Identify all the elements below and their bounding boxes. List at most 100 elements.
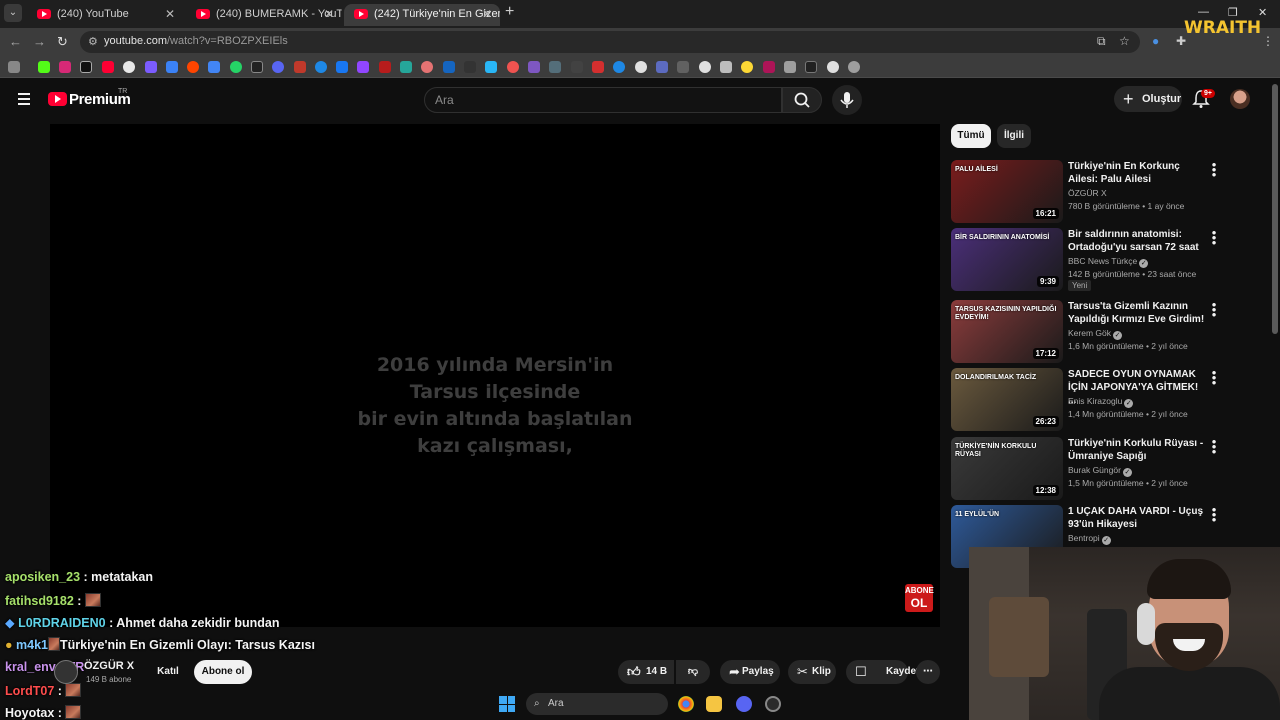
- file-explorer-icon[interactable]: [706, 696, 722, 712]
- forward-arrow-icon[interactable]: →: [33, 34, 46, 49]
- back-arrow-icon[interactable]: ←: [9, 34, 22, 49]
- channel-avatar[interactable]: [54, 660, 78, 684]
- bookmark-icon[interactable]: [592, 61, 604, 73]
- bookmark-icon[interactable]: [656, 61, 668, 73]
- recommendation-title[interactable]: Türkiye'nin Korkulu Rüyası - Ümraniye Sa…: [1068, 437, 1206, 463]
- recommendation-channel[interactable]: Bentropi ✓: [1068, 533, 1111, 545]
- recommendation-title[interactable]: Tarsus'ta Gizemli Kazının Yapıldığı Kırm…: [1068, 300, 1206, 326]
- video-thumbnail[interactable]: DOLANDIRILMAK TACİZ 26:23: [951, 368, 1063, 431]
- bookmark-icon[interactable]: [784, 61, 796, 73]
- bookmark-icon[interactable]: [613, 61, 625, 73]
- apps-grid-icon[interactable]: [8, 61, 20, 73]
- video-thumbnail[interactable]: BİR SALDIRININ ANATOMİSİ 9:39: [951, 228, 1063, 291]
- facebook-bookmark-icon[interactable]: [336, 61, 348, 73]
- bookmark-icon[interactable]: [507, 61, 519, 73]
- bookmark-icon[interactable]: [315, 61, 327, 73]
- filter-chip-related[interactable]: İlgili: [997, 124, 1031, 148]
- bookmark-icon[interactable]: [443, 61, 455, 73]
- subscribe-button[interactable]: Abone ol: [194, 660, 252, 684]
- twitch-bookmark-icon[interactable]: [357, 61, 369, 73]
- recommendation-channel[interactable]: BBC News Türkçe ✓: [1068, 256, 1149, 268]
- search-box[interactable]: [424, 87, 782, 113]
- chrome-taskbar-icon[interactable]: [678, 696, 694, 712]
- browser-tab[interactable]: (240) YouTube ✕: [27, 4, 183, 26]
- google-bookmark-icon[interactable]: [123, 61, 135, 73]
- recommendation-title[interactable]: 1 UÇAK DAHA VARDI - Uçuş 93'ün Hikayesi: [1068, 505, 1206, 531]
- x-bookmark-icon[interactable]: [80, 61, 92, 73]
- bookmark-icon[interactable]: [741, 61, 753, 73]
- bookmark-icon[interactable]: [379, 61, 391, 73]
- extension-icon[interactable]: ●: [1152, 34, 1159, 48]
- search-input[interactable]: [435, 92, 735, 108]
- recommendation-item[interactable]: TÜRKİYE'NİN KORKULU RÜYASI 12:38 Türkiye…: [951, 435, 1221, 501]
- bookmark-icon[interactable]: [145, 61, 157, 73]
- bookmark-icon[interactable]: [677, 61, 689, 73]
- close-tab-icon[interactable]: ✕: [324, 4, 334, 24]
- taskbar-search[interactable]: ⌕ Ara: [526, 693, 668, 715]
- bookmark-icon[interactable]: [699, 61, 711, 73]
- bookmark-star-icon[interactable]: ☆: [1119, 34, 1130, 48]
- more-vertical-icon[interactable]: • • •: [1211, 298, 1217, 321]
- clip-button[interactable]: ✂ Klip: [788, 660, 836, 684]
- bookmark-icon[interactable]: [485, 61, 497, 73]
- recommendation-channel[interactable]: Burak Güngör ✓: [1068, 465, 1132, 477]
- bookmark-icon[interactable]: [571, 61, 583, 73]
- url-text[interactable]: youtube.com/watch?v=RBOZPXEIEls: [104, 35, 288, 47]
- recommendation-item[interactable]: TARSUS KAZISININ YAPILDIĞI EVDEYİM! 17:1…: [951, 298, 1221, 364]
- site-info-icon[interactable]: ⚙: [88, 35, 98, 48]
- bookmark-icon[interactable]: [805, 61, 817, 73]
- youtube-logo-icon[interactable]: [48, 92, 67, 106]
- address-bar[interactable]: ⚙ youtube.com/watch?v=RBOZPXEIEls: [80, 31, 1140, 53]
- discord-taskbar-icon[interactable]: [736, 696, 752, 712]
- page-scrollbar[interactable]: [1272, 84, 1278, 334]
- instagram-bookmark-icon[interactable]: [59, 61, 71, 73]
- channel-name[interactable]: ÖZGÜR X: [84, 660, 134, 672]
- recommendation-item[interactable]: PALU AİLESİ 16:21 Türkiye'nin En Korkunç…: [951, 158, 1221, 224]
- bookmark-icon[interactable]: [763, 61, 775, 73]
- youtube-bookmark-icon[interactable]: [102, 61, 114, 73]
- recommendation-title[interactable]: Türkiye'nin En Korkunç Ailesi: Palu Aile…: [1068, 160, 1206, 186]
- more-vertical-icon[interactable]: • • •: [1211, 366, 1217, 389]
- account-avatar[interactable]: [1230, 89, 1250, 109]
- recommendation-item[interactable]: BİR SALDIRININ ANATOMİSİ 9:39 Bir saldır…: [951, 226, 1221, 292]
- whatsapp-bookmark-icon[interactable]: [230, 61, 242, 73]
- close-tab-icon[interactable]: ✕: [165, 4, 175, 24]
- bookmark-icon[interactable]: [720, 61, 732, 73]
- recommendation-channel[interactable]: Kerem Gök ✓: [1068, 328, 1122, 340]
- voice-search-button[interactable]: [832, 85, 862, 115]
- filter-chip-all[interactable]: Tümü: [951, 124, 991, 148]
- recommendation-title[interactable]: Bir saldırının anatomisi: Ortadoğu'yu sa…: [1068, 228, 1206, 254]
- bookmark-icon[interactable]: [464, 61, 476, 73]
- bookmark-icon[interactable]: [294, 61, 306, 73]
- bookmark-icon[interactable]: [848, 61, 860, 73]
- close-tab-icon[interactable]: ✕: [482, 4, 492, 24]
- bookmark-icon[interactable]: [272, 61, 284, 73]
- like-button[interactable]: 👍︎ 14 B: [618, 660, 674, 684]
- video-thumbnail[interactable]: TÜRKİYE'NİN KORKULU RÜYASI 12:38: [951, 437, 1063, 500]
- browser-menu-icon[interactable]: ⋮: [1262, 34, 1274, 48]
- bookmark-icon[interactable]: [528, 61, 540, 73]
- bookmark-icon[interactable]: [549, 61, 561, 73]
- reload-icon[interactable]: ↻: [57, 34, 68, 50]
- subscribe-watermark[interactable]: ABONE OL: [905, 584, 934, 612]
- video-player[interactable]: 2016 yılında Mersin'in Tarsus ilçesinde …: [50, 124, 940, 627]
- kick-bookmark-icon[interactable]: [38, 61, 50, 73]
- more-vertical-icon[interactable]: • • •: [1211, 226, 1217, 249]
- share-button[interactable]: ➦ Paylaş: [720, 660, 780, 684]
- windows-start-icon[interactable]: [499, 696, 515, 712]
- more-vertical-icon[interactable]: • • •: [1211, 158, 1217, 181]
- new-tab-button[interactable]: +: [505, 3, 514, 21]
- minimize-icon[interactable]: —: [1198, 6, 1209, 18]
- app-taskbar-icon[interactable]: [765, 696, 781, 712]
- create-button[interactable]: + Oluştur: [1114, 86, 1182, 112]
- recommendation-channel[interactable]: ÖZGÜR X: [1068, 188, 1107, 198]
- translate-bookmark-icon[interactable]: [208, 61, 220, 73]
- save-button[interactable]: ☐ Kaydet: [846, 660, 919, 684]
- bookmark-icon[interactable]: [166, 61, 178, 73]
- more-vertical-icon[interactable]: • • •: [1211, 503, 1217, 526]
- install-app-icon[interactable]: ⧉: [1097, 34, 1106, 49]
- join-button[interactable]: Katıl: [150, 660, 186, 684]
- more-vertical-icon[interactable]: • • •: [1211, 435, 1217, 458]
- dislike-button[interactable]: 👎︎: [676, 660, 710, 684]
- bookmark-icon[interactable]: [400, 61, 412, 73]
